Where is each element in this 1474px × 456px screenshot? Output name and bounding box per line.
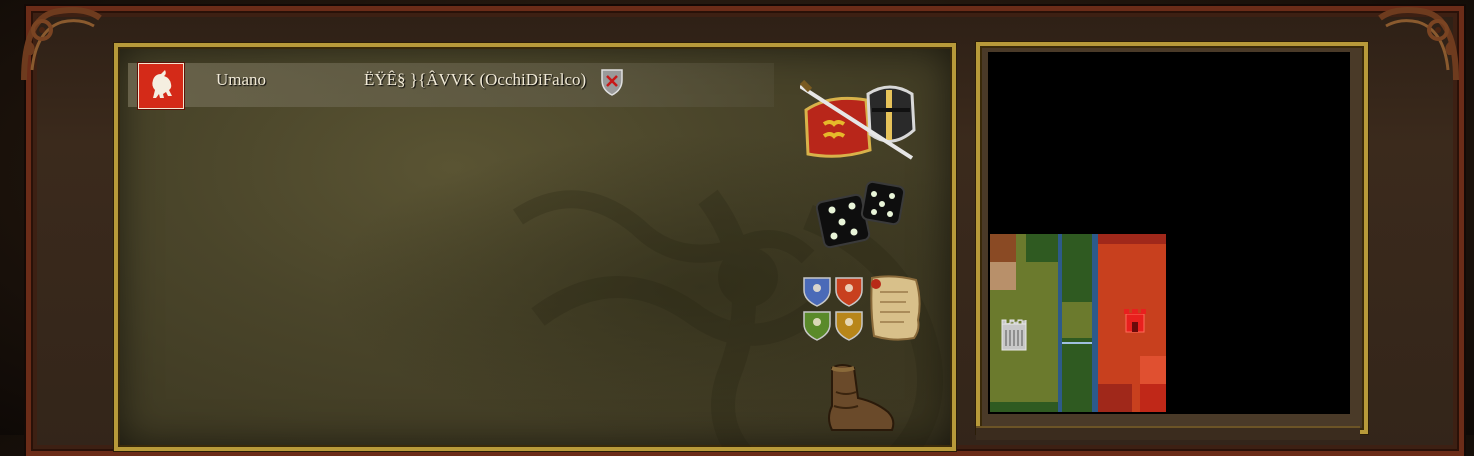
kick-player-icon[interactable] — [600, 68, 624, 96]
faction-lion-icon[interactable] — [138, 63, 184, 109]
minimap-bottom-strip — [976, 426, 1360, 440]
minimap[interactable] — [988, 52, 1350, 414]
player-name-label: ËŸÊ§ }{ÂVVK (OcchiDiFalco) — [364, 70, 587, 89]
corner-ornament-right — [1378, 7, 1459, 81]
dice-icon[interactable] — [816, 180, 908, 250]
red-castle-icon[interactable] — [1124, 309, 1146, 333]
boot-icon[interactable] — [820, 362, 900, 435]
player-type-label: Umano — [216, 70, 267, 89]
knight-helmet-sword-icon[interactable] — [800, 80, 920, 162]
team-shields-scroll-icon[interactable] — [800, 272, 926, 342]
corner-ornament-left — [21, 7, 102, 81]
gray-castle-icon[interactable] — [1001, 319, 1027, 351]
